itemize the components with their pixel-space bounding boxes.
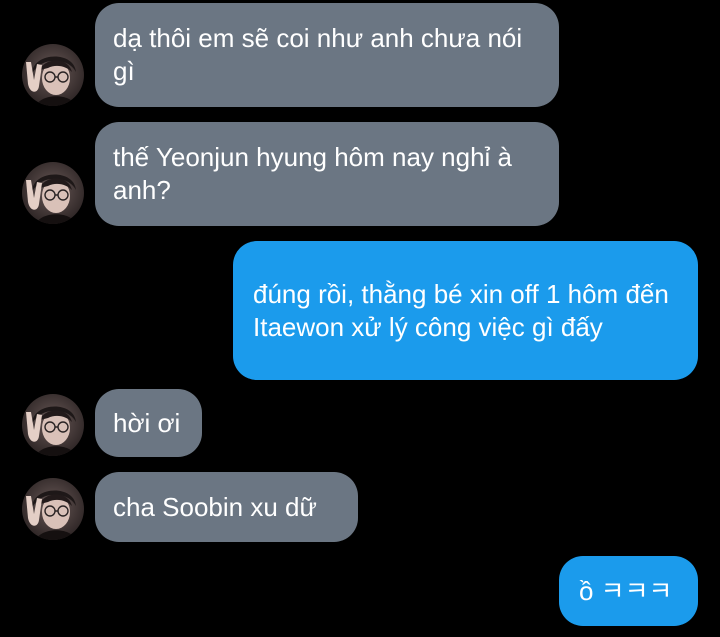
message-text: thế Yeonjun hyung hôm nay nghỉ à anh? (113, 142, 513, 205)
message-text: ồ ㅋㅋㅋ (579, 575, 673, 606)
incoming-message-bubble[interactable]: cha Soobin xu dữ (95, 472, 358, 542)
contact-avatar[interactable] (22, 478, 84, 540)
message-text: cha Soobin xu dữ (113, 491, 317, 522)
incoming-message-bubble[interactable]: dạ thôi em sẽ coi như anh chưa nói gì (95, 3, 559, 107)
outgoing-message-bubble[interactable]: ồ ㅋㅋㅋ (559, 556, 698, 626)
contact-avatar[interactable] (22, 394, 84, 456)
chat-screen: { "colors": { "background": "#000000", "… (0, 0, 720, 637)
message-text: hời ơi (113, 407, 181, 438)
contact-avatar[interactable] (22, 162, 84, 224)
incoming-message-bubble[interactable]: thế Yeonjun hyung hôm nay nghỉ à anh? (95, 122, 559, 226)
outgoing-message-bubble[interactable]: đúng rồi, thằng bé xin off 1 hôm đến Ita… (233, 241, 698, 380)
message-text: đúng rồi, thằng bé xin off 1 hôm đến Ita… (253, 278, 669, 342)
incoming-message-bubble[interactable]: hời ơi (95, 389, 202, 457)
contact-avatar[interactable] (22, 44, 84, 106)
message-text: dạ thôi em sẽ coi như anh chưa nói gì (113, 23, 523, 86)
